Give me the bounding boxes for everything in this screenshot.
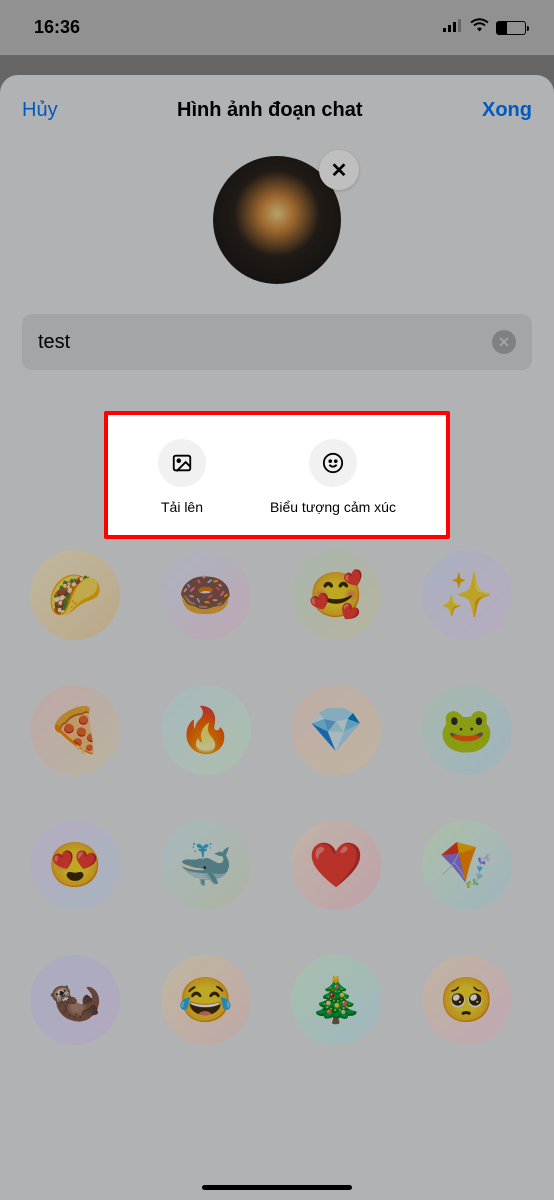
upload-label: Tải lên — [161, 499, 203, 515]
status-time: 16:36 — [34, 17, 80, 38]
emoji-option[interactable]: 🥺 — [422, 955, 512, 1045]
emoji-option[interactable]: 🐳 — [161, 820, 251, 910]
emoji-option[interactable]: 🐸 — [422, 685, 512, 775]
emoji-option[interactable]: 😍 — [30, 820, 120, 910]
home-indicator[interactable] — [202, 1185, 352, 1190]
emoji-button[interactable]: Biểu tượng cảm xúc — [270, 439, 396, 515]
emoji-option[interactable]: ✨ — [422, 550, 512, 640]
emoji-option[interactable]: ❤️ — [291, 820, 381, 910]
modal-sheet: Hủy Hình ảnh đoạn chat Xong ✕ ✕ 🌮 🍩 🥰 ✨ 🍕 🔥 💎 🐸… — [0, 75, 554, 1200]
clear-input-button[interactable]: ✕ — [492, 330, 516, 354]
close-avatar-button[interactable]: ✕ — [319, 150, 359, 190]
battery-icon — [496, 21, 526, 35]
action-popup: Tải lên Biểu tượng cảm xúc — [104, 411, 450, 539]
wifi-icon — [470, 18, 489, 37]
emoji-grid: 🌮 🍩 🥰 ✨ 🍕 🔥 💎 🐸 😍 🐳 ❤️ 🪁 🦦 😂 🎄 🥺 — [0, 550, 554, 1045]
emoji-option[interactable]: 🪁 — [422, 820, 512, 910]
emoji-option[interactable]: 🦦 — [30, 955, 120, 1045]
emoji-label: Biểu tượng cảm xúc — [270, 499, 396, 515]
status-right — [443, 18, 526, 37]
emoji-option[interactable]: 🌮 — [30, 550, 120, 640]
emoji-option[interactable]: 🥰 — [291, 550, 381, 640]
close-icon: ✕ — [331, 158, 348, 183]
page-title: Hình ảnh đoạn chat — [177, 99, 363, 122]
emoji-option[interactable]: 🍩 — [161, 550, 251, 640]
sheet-header: Hủy Hình ảnh đoạn chat Xong — [0, 75, 554, 146]
upload-button[interactable]: Tải lên — [158, 439, 206, 515]
name-input[interactable] — [38, 331, 492, 354]
done-button[interactable]: Xong — [482, 99, 532, 122]
emoji-option[interactable]: 😂 — [161, 955, 251, 1045]
smiley-icon — [309, 439, 357, 487]
signal-icon — [443, 19, 463, 37]
name-input-row: ✕ — [22, 314, 532, 370]
close-icon: ✕ — [498, 334, 510, 351]
emoji-option[interactable]: 🔥 — [161, 685, 251, 775]
emoji-option[interactable]: 🎄 — [291, 955, 381, 1045]
emoji-option[interactable]: 🍕 — [30, 685, 120, 775]
image-icon — [158, 439, 206, 487]
emoji-option[interactable]: 💎 — [291, 685, 381, 775]
avatar-container: ✕ — [0, 156, 554, 284]
cancel-button[interactable]: Hủy — [22, 99, 58, 122]
status-bar: 16:36 — [0, 0, 554, 55]
